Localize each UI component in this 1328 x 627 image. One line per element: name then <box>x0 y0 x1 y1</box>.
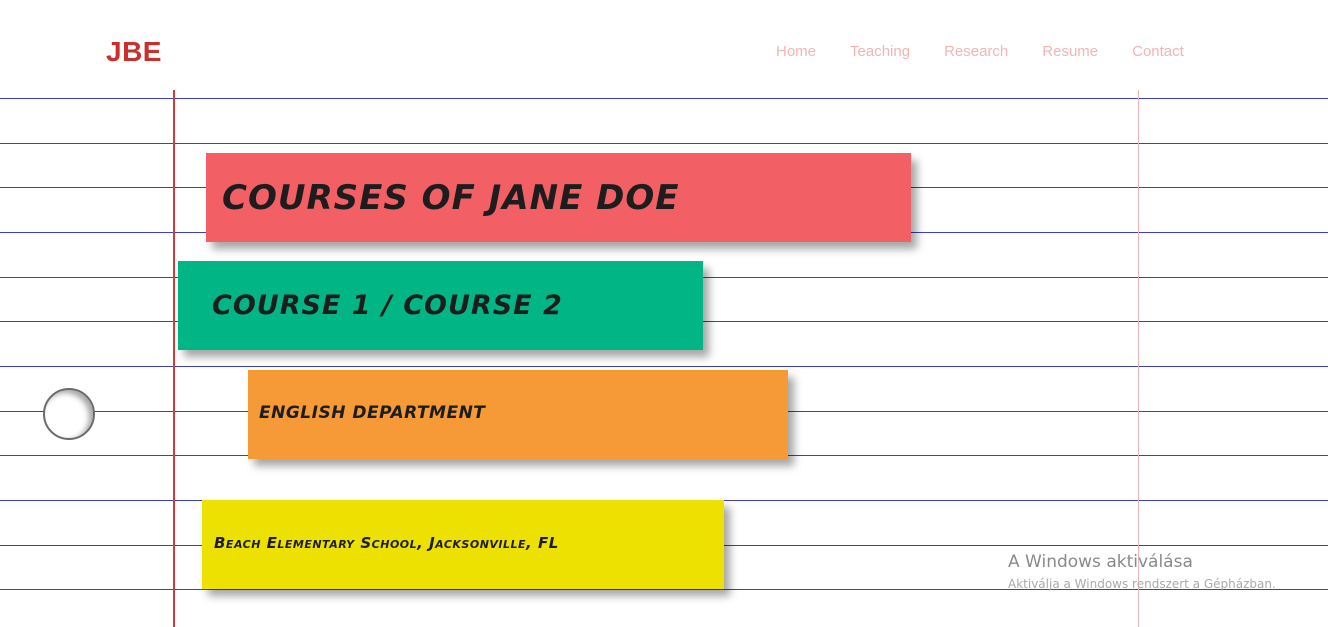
windows-activation-subtitle: Aktiválja a Windows rendszert a Gépházba… <box>1008 577 1276 591</box>
rule-line <box>0 143 1328 144</box>
nav-home[interactable]: Home <box>776 43 816 60</box>
windows-activation-title: A Windows aktiválása <box>1008 552 1193 572</box>
notebook-page: JBE Home Teaching Research Resume Contac… <box>0 0 1328 627</box>
punch-hole-icon <box>43 388 95 440</box>
rule-line <box>0 98 1328 99</box>
rule-line <box>0 366 1328 367</box>
main-nav: Home Teaching Research Resume Contact <box>776 43 1218 60</box>
site-logo[interactable]: JBE <box>106 36 162 68</box>
nav-contact[interactable]: Contact <box>1132 43 1184 60</box>
left-margin-line <box>173 90 175 627</box>
nav-research[interactable]: Research <box>944 43 1008 60</box>
right-margin-line <box>1138 90 1139 627</box>
nav-resume[interactable]: Resume <box>1042 43 1098 60</box>
courses-heading: Course 1 / Course 2 <box>178 261 703 350</box>
school-label: Beach Elementary School, Jacksonville, F… <box>202 500 724 589</box>
nav-teaching[interactable]: Teaching <box>850 43 910 60</box>
page-title: Courses of Jane Doe <box>206 153 911 242</box>
department-label: English Department <box>248 370 788 459</box>
